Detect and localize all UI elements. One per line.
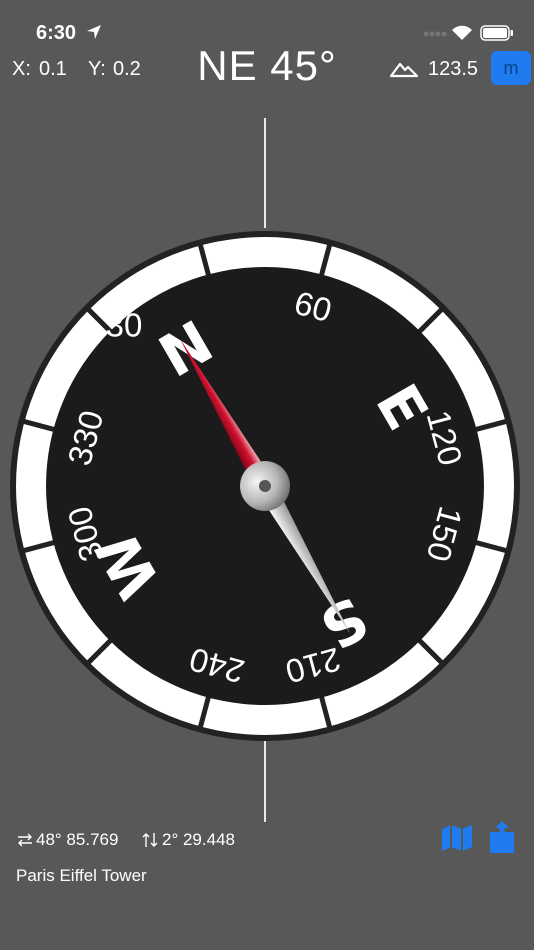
degree-label-30: 30 [106,306,143,343]
longitude-value: 2° 29.448 [162,830,235,849]
longitude-swap-icon [18,833,32,847]
map-icon[interactable] [441,824,473,852]
svg-text:30: 30 [106,306,143,343]
latitude-value: 48° 85.769 [36,830,119,849]
latitude-swap-icon [142,833,158,847]
share-icon[interactable] [488,820,516,854]
place-name: Paris Eiffel Tower [16,866,147,885]
compass-dial[interactable]: N E S W 30 60 120 150 210 240 300 330 [0,0,534,950]
